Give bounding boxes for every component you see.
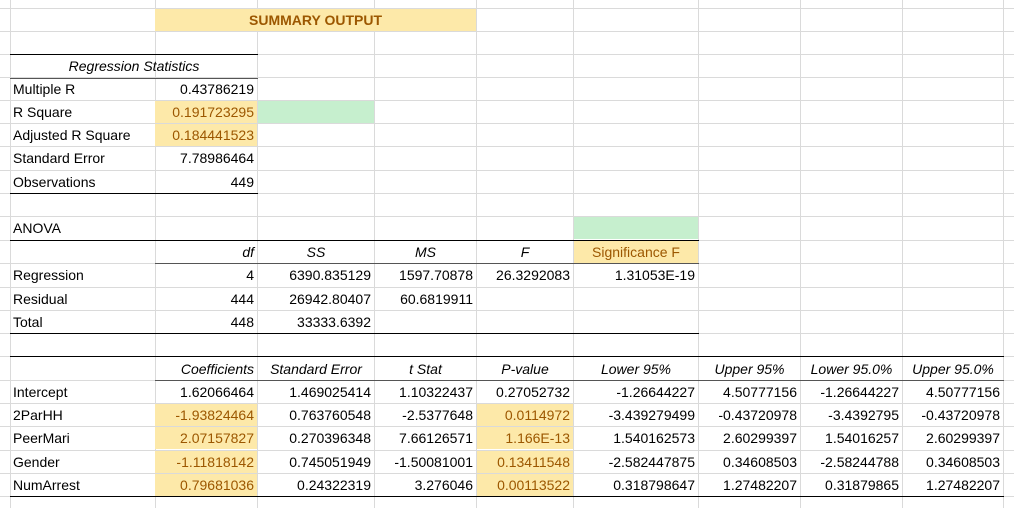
coef-header[interactable]: Lower 95% [574,358,698,380]
spreadsheet-grid[interactable]: SUMMARY OUTPUT Regression Statistics Mul… [0,0,1014,508]
coef-lower-95-0[interactable]: -3.4392795 [801,404,902,426]
coef-row-label[interactable]: Gender [10,451,155,473]
anova-ss[interactable]: 33333.6392 [258,311,374,333]
coef-lower-95-0[interactable]: -1.26644227 [801,381,902,403]
coef-value[interactable]: -1.93824464 [155,404,257,426]
coef-t-stat[interactable]: -2.5377648 [375,404,476,426]
anova-f[interactable]: 26.3292083 [477,264,573,286]
anova-significance-f[interactable]: 1.31053E-19 [574,264,698,286]
stat-label-multiple-r[interactable]: Multiple R [10,78,155,100]
coef-upper-95-0[interactable]: 4.50777156 [903,381,1003,403]
coef-t-stat[interactable]: 3.276046 [375,474,476,496]
anova-df[interactable]: 4 [155,264,257,286]
coef-upper-95[interactable]: 2.60299397 [699,427,800,449]
regression-statistics-header[interactable]: Regression Statistics [10,55,258,77]
stat-label-standard-error[interactable]: Standard Error [10,147,155,169]
coef-value[interactable]: 1.62066464 [155,381,257,403]
coef-upper-95-0[interactable]: 2.60299397 [903,427,1003,449]
anova-df[interactable]: 448 [155,311,257,333]
anova-header-ms[interactable]: MS [375,241,476,263]
coef-lower-95[interactable]: -1.26644227 [574,381,698,403]
anova-ms[interactable]: 60.6819911 [375,288,476,310]
coef-row-label[interactable]: PeerMari [10,427,155,449]
stat-value-r-square[interactable]: 0.191723295 [155,101,257,123]
coef-lower-95[interactable]: 1.540162573 [574,427,698,449]
coef-std-error[interactable]: 0.270396348 [258,427,374,449]
stat-value-multiple-r[interactable]: 0.43786219 [155,78,257,100]
stat-value-standard-error[interactable]: 7.78986464 [155,147,257,169]
coef-p-value[interactable]: 0.27052732 [477,381,573,403]
coef-upper-95[interactable]: 1.27482207 [699,474,800,496]
anova-ms[interactable]: 1597.70878 [375,264,476,286]
anova-header-df[interactable]: df [155,241,257,263]
coef-t-stat[interactable]: 1.10322437 [375,381,476,403]
anova-row-label[interactable]: Residual [10,288,155,310]
coef-p-value[interactable]: 0.0114972 [477,404,573,426]
coef-lower-95-0[interactable]: -2.58244788 [801,451,902,473]
anova-df[interactable]: 444 [155,288,257,310]
stat-label-adjusted-r-square[interactable]: Adjusted R Square [10,124,155,146]
coef-p-value[interactable]: 0.13411548 [477,451,573,473]
anova-row-label[interactable]: Regression [10,264,155,286]
coef-row-label[interactable]: Intercept [10,381,155,403]
stat-value-observations[interactable]: 449 [155,171,257,193]
coef-header[interactable]: Standard Error [258,358,374,380]
anova-header-f[interactable]: F [477,241,573,263]
highlighted-cell-green[interactable] [574,217,698,239]
coef-header[interactable]: Upper 95% [699,358,800,380]
stat-label-observations[interactable]: Observations [10,171,155,193]
coef-value[interactable]: 2.07157827 [155,427,257,449]
coef-t-stat[interactable]: 7.66126571 [375,427,476,449]
highlighted-cell-green[interactable] [258,101,374,123]
coef-header[interactable]: t Stat [375,358,476,380]
anova-row-label[interactable]: Total [10,311,155,333]
coef-upper-95[interactable]: -0.43720978 [699,404,800,426]
coef-upper-95-0[interactable]: -0.43720978 [903,404,1003,426]
coef-std-error[interactable]: 0.745051949 [258,451,374,473]
anova-header-significance-f[interactable]: Significance F [574,241,698,263]
coef-upper-95[interactable]: 4.50777156 [699,381,800,403]
coef-std-error[interactable]: 0.24322319 [258,474,374,496]
coef-lower-95[interactable]: -3.439279499 [574,404,698,426]
coef-lower-95[interactable]: -2.582447875 [574,451,698,473]
coef-row-label[interactable]: NumArrest [10,474,155,496]
coef-std-error[interactable]: 1.469025414 [258,381,374,403]
coef-p-value[interactable]: 1.166E-13 [477,427,573,449]
coef-t-stat[interactable]: -1.50081001 [375,451,476,473]
stat-label-r-square[interactable]: R Square [10,101,155,123]
coef-lower-95-0[interactable]: 0.31879865 [801,474,902,496]
coef-header[interactable]: Upper 95.0% [903,358,1003,380]
coef-value[interactable]: -1.11818142 [155,451,257,473]
coef-row-label[interactable]: 2ParHH [10,404,155,426]
coef-upper-95-0[interactable]: 0.34608503 [903,451,1003,473]
coef-upper-95[interactable]: 0.34608503 [699,451,800,473]
coef-lower-95-0[interactable]: 1.54016257 [801,427,902,449]
summary-output-title[interactable]: SUMMARY OUTPUT [155,9,476,31]
coef-std-error[interactable]: 0.763760548 [258,404,374,426]
anova-ss[interactable]: 26942.80407 [258,288,374,310]
coef-header[interactable]: P-value [477,358,573,380]
anova-title[interactable]: ANOVA [10,217,155,239]
coef-upper-95-0[interactable]: 1.27482207 [903,474,1003,496]
coef-p-value[interactable]: 0.00113522 [477,474,573,496]
coef-value[interactable]: 0.79681036 [155,474,257,496]
coef-lower-95[interactable]: 0.318798647 [574,474,698,496]
coef-header[interactable]: Coefficients [155,358,257,380]
anova-header-ss[interactable]: SS [258,241,374,263]
anova-ss[interactable]: 6390.835129 [258,264,374,286]
coef-header[interactable]: Lower 95.0% [801,358,902,380]
stat-value-adjusted-r-square[interactable]: 0.184441523 [155,124,257,146]
